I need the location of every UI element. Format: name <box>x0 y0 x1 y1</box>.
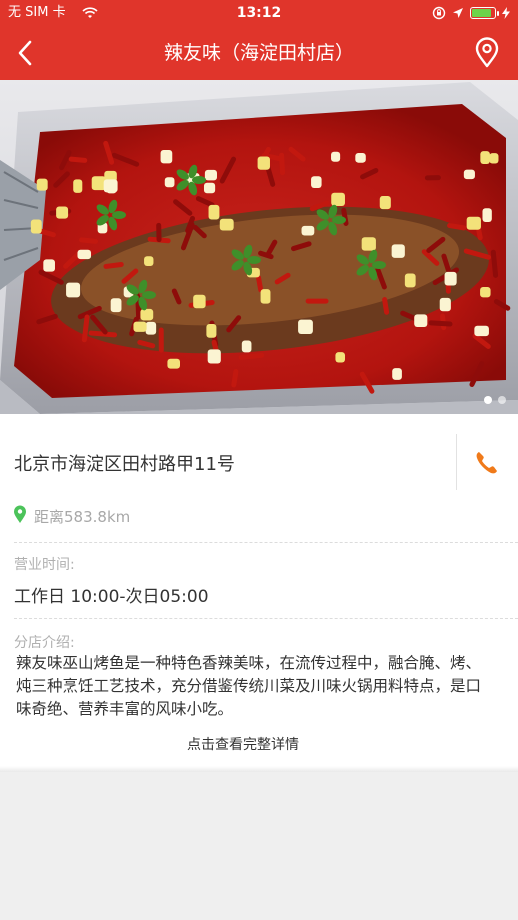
store-intro: 辣友味巫山烤鱼是一种特色香辣美味，在流传过程中，融合腌、烤、炖三种烹饪工艺技术，… <box>16 654 482 718</box>
store-detail: 北京市海淀区田村路甲11号 距离583.8km 营业时间: 工作日 10:00-… <box>0 414 518 772</box>
status-bar: 无 SIM 卡 13:12 <box>0 0 518 26</box>
distance-row: 距离583.8km <box>0 498 518 538</box>
divider <box>14 618 518 619</box>
pager-dot[interactable] <box>498 396 506 404</box>
map-button[interactable] <box>470 36 504 70</box>
divider <box>14 542 518 543</box>
gallery-pager <box>484 396 506 404</box>
intro-label: 分店介绍: <box>14 635 75 651</box>
map-pin-icon <box>475 37 499 68</box>
hours-label: 营业时间: <box>14 557 75 573</box>
location-pin-icon <box>14 505 26 523</box>
view-details-link[interactable]: 点击查看完整详情 <box>0 734 486 754</box>
status-right <box>432 6 510 20</box>
call-button[interactable] <box>472 448 502 478</box>
phone-icon <box>476 452 497 474</box>
header: 无 SIM 卡 13:12 辣友味（海淀田村店） <box>0 0 518 80</box>
chevron-left-icon <box>18 40 32 66</box>
divider <box>456 434 457 490</box>
store-address: 北京市海淀区田村路甲11号 <box>14 454 235 475</box>
rotation-lock-icon <box>432 6 446 20</box>
location-arrow-icon <box>453 8 463 18</box>
distance-label: 距离583.8km <box>34 508 131 526</box>
business-hours: 工作日 10:00-次日05:00 <box>14 587 209 607</box>
nav-bar: 辣友味（海淀田村店） <box>0 26 518 80</box>
battery-icon <box>470 7 499 19</box>
back-button[interactable] <box>10 36 44 70</box>
address-row: 北京市海淀区田村路甲11号 <box>0 414 518 510</box>
page-title: 辣友味（海淀田村店） <box>163 42 354 64</box>
charging-icon <box>502 7 510 19</box>
pager-dot[interactable] <box>484 396 492 404</box>
photo-gallery[interactable] <box>0 80 518 414</box>
grilled-fish-photo <box>0 82 518 414</box>
scroll-fade <box>0 766 518 772</box>
